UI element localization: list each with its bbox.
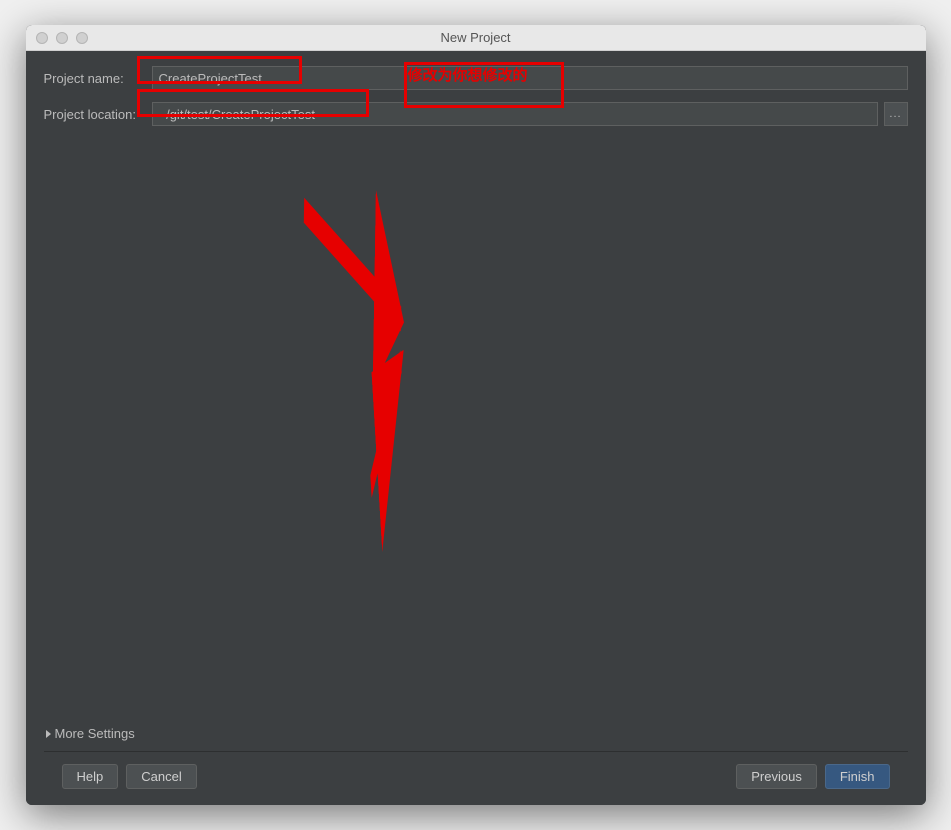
project-name-label: Project name: [44,71,152,86]
form-area: Project name: Project location: ... 修改为你… [44,66,908,138]
dialog-content: Project name: Project location: ... 修改为你… [26,51,926,805]
browse-button[interactable]: ... [884,102,908,126]
cancel-button[interactable]: Cancel [126,764,196,789]
more-settings-toggle[interactable]: More Settings [44,716,908,751]
chevron-right-icon [46,730,51,738]
new-project-dialog: New Project Project name: Project locati… [26,25,926,805]
footer-right: Previous Finish [736,764,889,789]
more-settings-label: More Settings [55,726,135,741]
minimize-window-icon[interactable] [56,32,68,44]
project-location-label: Project location: [44,107,152,122]
project-location-row: Project location: ... [44,102,908,126]
close-window-icon[interactable] [36,32,48,44]
project-name-input[interactable] [152,66,908,90]
empty-area [44,138,908,716]
dialog-footer: Help Cancel Previous Finish [44,751,908,805]
footer-left: Help Cancel [62,764,197,789]
finish-button[interactable]: Finish [825,764,890,789]
project-name-row: Project name: [44,66,908,90]
previous-button[interactable]: Previous [736,764,817,789]
window-controls [36,32,88,44]
help-button[interactable]: Help [62,764,119,789]
project-location-input[interactable] [152,102,878,126]
maximize-window-icon[interactable] [76,32,88,44]
window-title: New Project [26,30,926,45]
title-bar: New Project [26,25,926,51]
